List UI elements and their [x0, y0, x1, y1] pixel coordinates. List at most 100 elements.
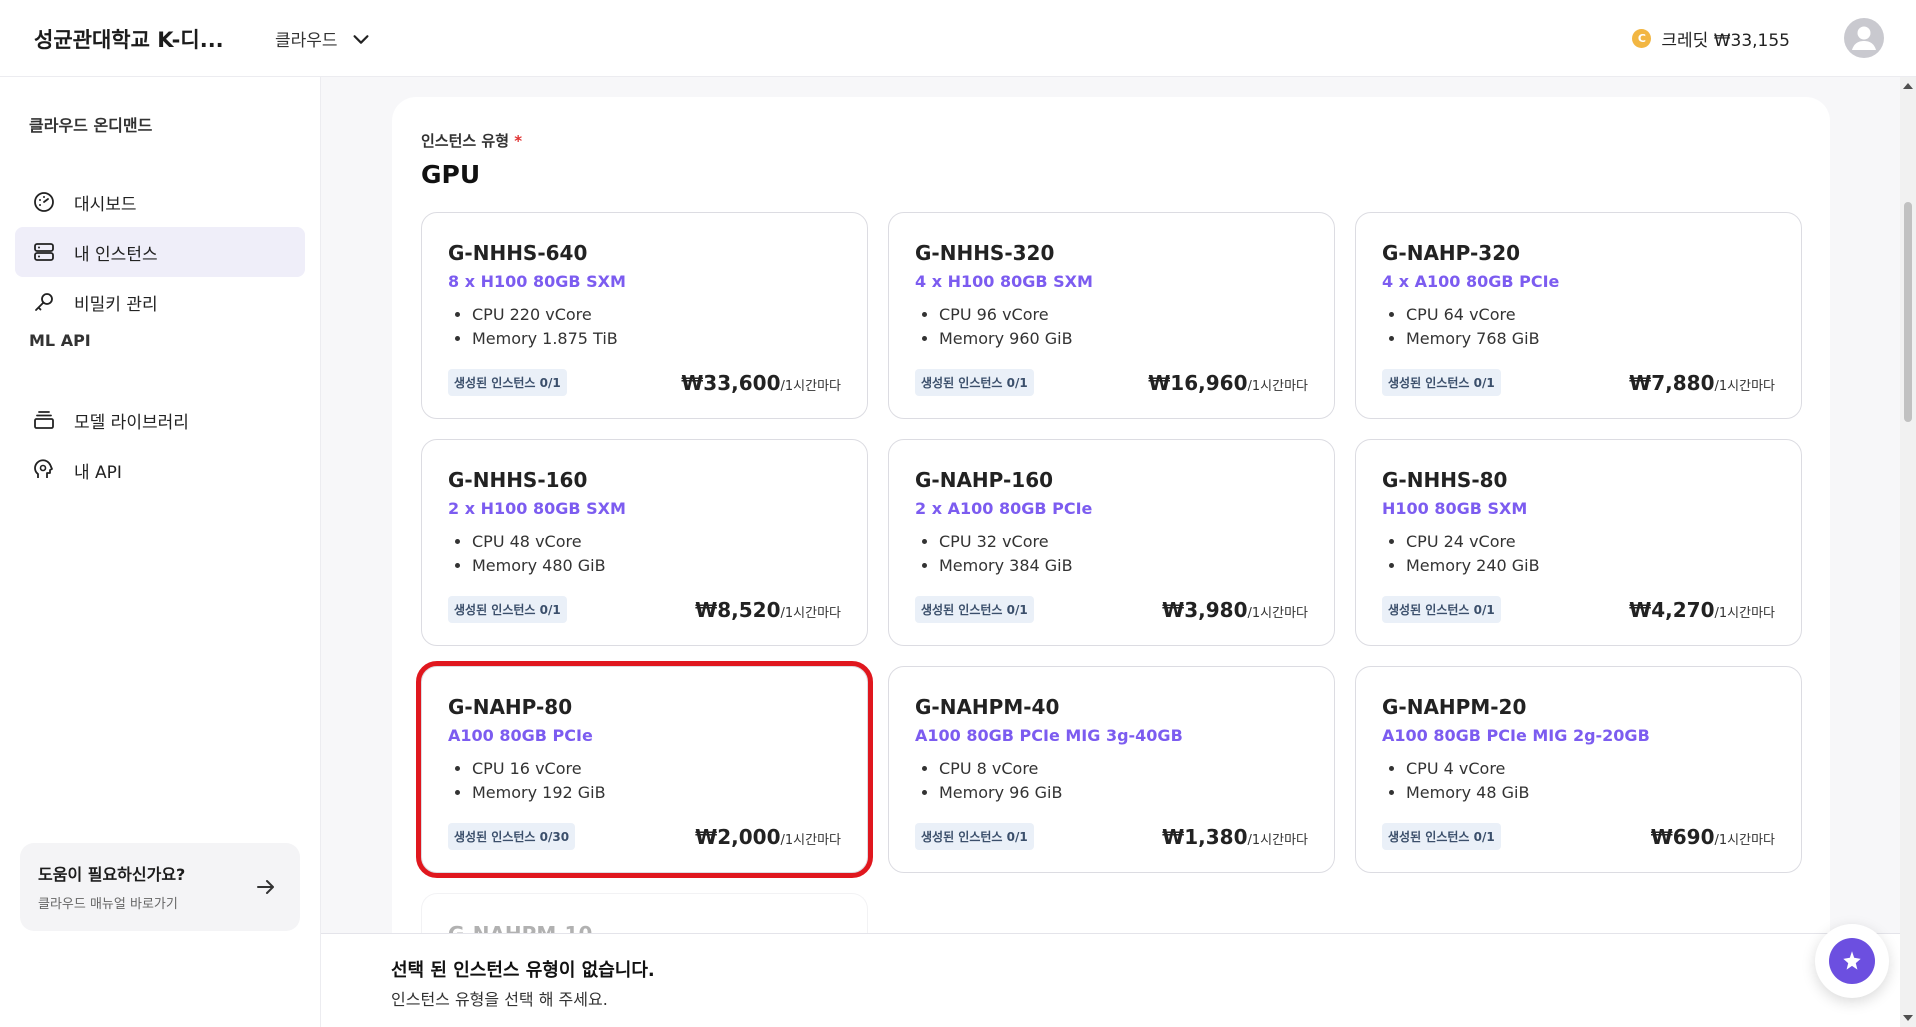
instance-type-label-text: 인스턴스 유형	[421, 132, 510, 150]
card-price-unit: /1시간마다	[1714, 832, 1776, 848]
card-name: G-NHHS-80	[1382, 468, 1508, 492]
help-card-overlay[interactable]: 도움이 필요하신가요? 클라우드 매뉴얼 바로가기	[20, 843, 300, 931]
instance-card-g-nhhs-80[interactable]: G-NHHS-80 H100 80GB SXM CPU 24 vCore Mem…	[1355, 439, 1802, 646]
instance-type-label: 인스턴스 유형 *	[421, 130, 522, 151]
card-price-amount: ₩2,000	[695, 824, 781, 849]
card-price-amount: ₩3,980	[1162, 597, 1248, 622]
scroll-thumb[interactable]	[1904, 202, 1912, 422]
sidebar-item-my-instances[interactable]: 내 인스턴스	[15, 227, 305, 277]
card-name: G-NAHP-320	[1382, 241, 1521, 265]
card-name: G-NAHP-160	[915, 468, 1054, 492]
card-price: ₩2,000/1시간마다	[695, 825, 841, 849]
card-memory: Memory 240 GiB	[1406, 554, 1775, 578]
card-price-unit: /1시간마다	[1247, 832, 1309, 848]
user-icon	[1852, 26, 1876, 50]
card-cpu: CPU 16 vCore	[472, 757, 841, 781]
card-gpu: 2 x H100 80GB SXM	[448, 499, 626, 518]
card-gpu: A100 80GB PCIe MIG 3g-40GB	[915, 726, 1183, 745]
assistant-chat-button[interactable]	[1815, 924, 1889, 998]
card-gpu: 8 x H100 80GB SXM	[448, 272, 626, 291]
card-gpu: 2 x A100 80GB PCIe	[915, 499, 1093, 518]
instance-card-g-nahpm-40[interactable]: G-NAHPM-40 A100 80GB PCIe MIG 3g-40GB CP…	[888, 666, 1335, 873]
card-price-amount: ₩690	[1650, 824, 1715, 849]
instance-card-g-nhhs-160[interactable]: G-NHHS-160 2 x H100 80GB SXM CPU 48 vCor…	[421, 439, 868, 646]
instance-count-badge: 생성된 인스턴스 0/1	[1382, 369, 1501, 396]
card-price-unit: /1시간마다	[1714, 378, 1776, 394]
sidebar-section-ml-api: ML API	[29, 331, 91, 350]
instance-count-badge: 생성된 인스턴스 0/1	[915, 823, 1034, 850]
card-gpu: 4 x H100 80GB SXM	[915, 272, 1093, 291]
key-icon	[35, 293, 53, 311]
card-memory: Memory 384 GiB	[939, 554, 1308, 578]
credit-balance: C 크레딧 ₩33,155	[1632, 26, 1790, 51]
card-price-unit: /1시간마다	[780, 378, 842, 394]
card-price-unit: /1시간마다	[780, 832, 842, 848]
scroll-up-arrow-icon[interactable]	[1903, 83, 1913, 89]
sidebar-item-label: 대시보드	[74, 194, 137, 215]
sidebar-item-label: 내 인스턴스	[74, 244, 158, 265]
credit-coin-icon: C	[1632, 29, 1652, 48]
card-memory: Memory 960 GiB	[939, 327, 1308, 351]
instance-card-g-nahp-160[interactable]: G-NAHP-160 2 x A100 80GB PCIe CPU 32 vCo…	[888, 439, 1335, 646]
card-price: ₩33,600/1시간마다	[681, 371, 841, 395]
instance-card-g-nahpm-10[interactable]: G-NAHPM-10	[421, 893, 868, 933]
scroll-down-arrow-icon[interactable]	[1903, 1015, 1913, 1021]
page-scrollbar[interactable]	[1900, 77, 1916, 1027]
sidebar-item-my-api[interactable]: 내 API	[15, 445, 305, 495]
card-price-unit: /1시간마다	[1247, 378, 1309, 394]
cloud-switcher[interactable]: 클라우드	[275, 26, 372, 51]
card-gpu: A100 80GB PCIe MIG 2g-20GB	[1382, 726, 1650, 745]
card-price: ₩8,520/1시간마다	[695, 598, 841, 622]
cloud-switcher-label: 클라우드	[275, 31, 338, 51]
credit-label: 크레딧 ₩33,155	[1661, 31, 1790, 51]
instance-card-g-nahp-320[interactable]: G-NAHP-320 4 x A100 80GB PCIe CPU 64 vCo…	[1355, 212, 1802, 419]
card-specs: CPU 32 vCore Memory 384 GiB	[915, 530, 1308, 578]
sidebar-item-model-library[interactable]: 모델 라이브러리	[15, 395, 305, 445]
card-specs: CPU 220 vCore Memory 1.875 TiB	[448, 303, 841, 351]
card-memory: Memory 1.875 TiB	[472, 327, 841, 351]
instance-card-g-nahpm-20[interactable]: G-NAHPM-20 A100 80GB PCIe MIG 2g-20GB CP…	[1355, 666, 1802, 873]
instance-card-g-nahp-80[interactable]: G-NAHP-80 A100 80GB PCIe CPU 16 vCore Me…	[416, 661, 873, 878]
sidebar-item-secret-keys[interactable]: 비밀키 관리	[15, 277, 305, 327]
card-price-amount: ₩1,380	[1162, 824, 1248, 849]
card-price-amount: ₩16,960	[1148, 370, 1248, 395]
sidebar-item-dashboard[interactable]: 대시보드	[15, 177, 305, 227]
card-price-amount: ₩33,600	[681, 370, 781, 395]
card-price: ₩7,880/1시간마다	[1629, 371, 1775, 395]
card-footer: 생성된 인스턴스 0/1 ₩8,520/1시간마다	[448, 596, 841, 623]
card-memory: Memory 192 GiB	[472, 781, 841, 805]
card-cpu: CPU 48 vCore	[472, 530, 841, 554]
avatar[interactable]	[1844, 18, 1884, 58]
card-cpu: CPU 4 vCore	[1406, 757, 1775, 781]
card-price-unit: /1시간마다	[780, 605, 842, 621]
card-specs: CPU 64 vCore Memory 768 GiB	[1382, 303, 1775, 351]
sidebar-section-cloud: 클라우드 온디맨드	[29, 116, 153, 135]
card-price-unit: /1시간마다	[1247, 605, 1309, 621]
sidebar-item-label: 비밀키 관리	[74, 294, 158, 315]
card-memory: Memory 48 GiB	[1406, 781, 1775, 805]
help-subtitle: 클라우드 매뉴얼 바로가기	[38, 897, 178, 912]
card-price-amount: ₩8,520	[695, 597, 781, 622]
arrow-right-icon	[257, 880, 274, 894]
card-name: G-NHHS-160	[448, 468, 588, 492]
card-cpu: CPU 8 vCore	[939, 757, 1308, 781]
help-title: 도움이 필요하신가요?	[38, 865, 186, 884]
instance-card-g-nhhs-640[interactable]: G-NHHS-640 8 x H100 80GB SXM CPU 220 vCo…	[421, 212, 868, 419]
card-price-amount: ₩4,270	[1629, 597, 1715, 622]
card-name: G-NAHPM-20	[1382, 695, 1527, 719]
card-price-amount: ₩7,880	[1629, 370, 1715, 395]
card-price: ₩1,380/1시간마다	[1162, 825, 1308, 849]
section-title-gpu: GPU	[421, 160, 481, 189]
card-specs: CPU 48 vCore Memory 480 GiB	[448, 530, 841, 578]
card-memory: Memory 480 GiB	[472, 554, 841, 578]
card-price: ₩3,980/1시간마다	[1162, 598, 1308, 622]
card-cpu: CPU 96 vCore	[939, 303, 1308, 327]
card-footer: 생성된 인스턴스 0/30 ₩2,000/1시간마다	[448, 823, 841, 850]
chevron-down-icon	[353, 34, 369, 44]
instance-card-g-nhhs-320[interactable]: G-NHHS-320 4 x H100 80GB SXM CPU 96 vCor…	[888, 212, 1335, 419]
card-footer: 생성된 인스턴스 0/1 ₩16,960/1시간마다	[915, 369, 1308, 396]
selection-summary-subtitle: 인스턴스 유형을 선택 해 주세요.	[391, 990, 608, 1009]
card-specs: CPU 24 vCore Memory 240 GiB	[1382, 530, 1775, 578]
card-memory: Memory 768 GiB	[1406, 327, 1775, 351]
org-name[interactable]: 성균관대학교 K-디...	[34, 24, 224, 54]
